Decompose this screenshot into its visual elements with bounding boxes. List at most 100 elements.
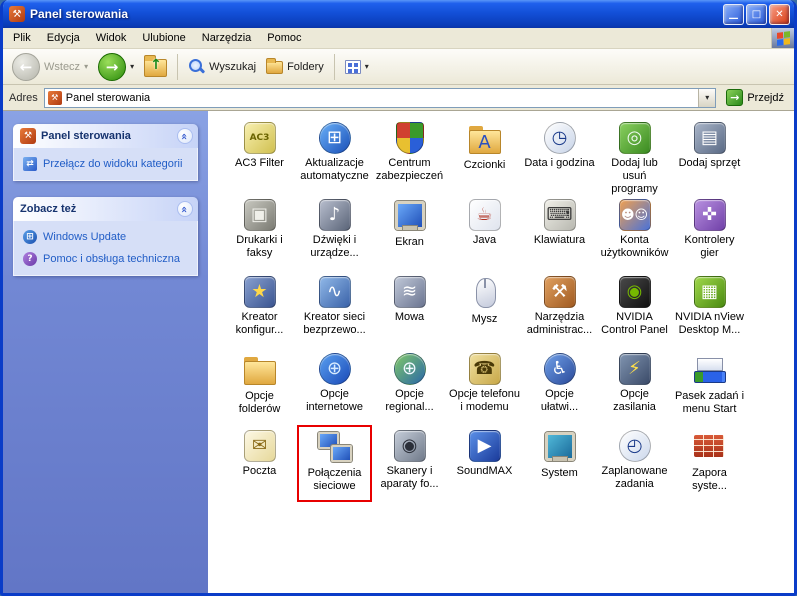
- control-panel-item-label: Narzędzia administrac...: [526, 311, 593, 336]
- phone-modem-options-icon: ☎: [468, 353, 501, 385]
- control-panel-item-add-remove-programs[interactable]: ◎ Dodaj lub usuń programy: [597, 117, 672, 195]
- control-panel-item-mail[interactable]: ✉ Poczta: [222, 425, 297, 502]
- address-label: Adres: [9, 91, 38, 104]
- address-bar: Adres ⚒ Panel sterowania ▾ → Przejdź: [3, 85, 794, 111]
- date-time-icon: ◷: [543, 122, 576, 154]
- menubar: Plik Edycja Widok Ulubione Narzędzia Pom…: [3, 28, 794, 49]
- help-and-support-link[interactable]: ? Pomoc i obsługa techniczna: [23, 252, 188, 266]
- panel-title: Panel sterowania: [41, 130, 131, 142]
- up-folder-icon: ↑: [144, 55, 168, 77]
- menu-item-tools[interactable]: Narzędzia: [194, 30, 260, 46]
- control-panel-icon: ⚒: [20, 128, 36, 144]
- control-panel-item-keyboard[interactable]: ⌨ Klawiatura: [522, 194, 597, 271]
- control-panel-item-scheduled-tasks[interactable]: ◴ Zaplanowane zadania: [597, 425, 672, 502]
- control-panel-item-user-accounts[interactable]: ☻☺ Konta użytkowników: [597, 194, 672, 271]
- control-panel-item-network-connections[interactable]: Połączenia sieciowe: [297, 425, 372, 502]
- control-panel-item-label: Opcje zasilania: [613, 388, 656, 413]
- control-panel-item-folder-options[interactable]: Opcje folderów: [222, 348, 297, 425]
- minimize-button[interactable]: —: [723, 3, 744, 25]
- control-panel-item-power-options[interactable]: ⚡ Opcje zasilania: [597, 348, 672, 425]
- fonts-icon: A: [468, 122, 502, 156]
- ac3-filter-icon: AC3: [243, 122, 276, 154]
- control-panel-item-wireless-network-wizard[interactable]: ∿ Kreator sieci bezprzewo...: [297, 271, 372, 348]
- menu-item-file[interactable]: Plik: [5, 30, 39, 46]
- control-panel-item-label: Dźwięki i urządze...: [310, 234, 359, 259]
- control-panel-item-label: Konta użytkowników: [600, 234, 669, 259]
- control-panel-item-label: Ekran: [395, 236, 424, 248]
- control-panel-item-nvidia-control-panel[interactable]: ◉ NVIDIA Control Panel: [597, 271, 672, 348]
- views-button[interactable]: ▾: [342, 58, 372, 76]
- control-panel-item-system[interactable]: System: [522, 425, 597, 502]
- panel-title: Zobacz też: [20, 203, 77, 215]
- user-accounts-icon: ☻☺: [618, 199, 651, 231]
- folder-options-icon: [243, 353, 277, 387]
- control-panel-item-mouse[interactable]: Mysz: [447, 271, 522, 348]
- collapse-chevron-icon[interactable]: «: [177, 201, 193, 217]
- help-support-icon: ?: [23, 252, 37, 266]
- control-panel-item-taskbar-start-menu[interactable]: Pasek zadań i menu Start: [672, 348, 747, 425]
- windows-update-link[interactable]: ⊞ Windows Update: [23, 230, 188, 244]
- back-icon: ←: [12, 52, 40, 81]
- mouse-icon: [468, 276, 502, 310]
- menu-item-view[interactable]: Widok: [88, 30, 135, 46]
- address-input[interactable]: ⚒ Panel sterowania ▾: [43, 87, 717, 108]
- speech-icon: ≋: [393, 276, 426, 308]
- panel-see-also-header[interactable]: Zobacz też «: [13, 197, 198, 221]
- control-panel-item-label: Opcje folderów: [238, 390, 281, 415]
- views-dropdown-icon: ▾: [364, 62, 369, 71]
- control-panel-item-speech[interactable]: ≋ Mowa: [372, 271, 447, 348]
- control-panel-item-internet-options[interactable]: ⊕ Opcje internetowe: [297, 348, 372, 425]
- control-panel-item-scanners-cameras[interactable]: ◉ Skanery i aparaty fo...: [372, 425, 447, 502]
- control-panel-item-label: NVIDIA nView Desktop M...: [675, 311, 744, 336]
- content-area: AC3 AC3 Filter ⊞ Aktualizacje automatyczne C…: [208, 111, 794, 593]
- control-panel-item-nvidia-nview-desktop-manager[interactable]: ▦ NVIDIA nView Desktop M...: [672, 271, 747, 348]
- menu-item-favorites[interactable]: Ulubione: [134, 30, 193, 46]
- control-panel-item-automatic-updates[interactable]: ⊞ Aktualizacje automatyczne: [297, 117, 372, 194]
- control-panel-item-label: Kreator sieci bezprzewo...: [303, 311, 366, 336]
- switch-to-category-view-link[interactable]: ⇄ Przełącz do widoku kategorii: [23, 157, 188, 171]
- menu-item-help[interactable]: Pomoc: [259, 30, 309, 46]
- control-panel-item-security-center[interactable]: Centrum zabezpieczeń: [372, 117, 447, 194]
- control-panel-item-printers-faxes[interactable]: ▣ Drukarki i faksy: [222, 194, 297, 271]
- menu-item-edit[interactable]: Edycja: [39, 30, 88, 46]
- titlebar[interactable]: ⚒ Panel sterowania — □ ✕: [3, 0, 794, 28]
- control-panel-item-accessibility-options[interactable]: ♿ Opcje ułatwi...: [522, 348, 597, 425]
- panel-control-panel-header[interactable]: ⚒ Panel sterowania «: [13, 124, 198, 148]
- go-button[interactable]: → Przejdź: [722, 89, 788, 106]
- display-icon: [393, 199, 427, 233]
- control-panel-item-label: Mowa: [394, 311, 425, 323]
- administrative-tools-icon: ⚒: [543, 276, 576, 308]
- collapse-chevron-icon[interactable]: «: [177, 128, 193, 144]
- control-panel-item-game-controllers[interactable]: ✜ Kontrolery gier: [672, 194, 747, 271]
- control-panel-item-soundmax[interactable]: ▶ SoundMAX: [447, 425, 522, 502]
- control-panel-item-regional-language-options[interactable]: ⊕ Opcje regional...: [372, 348, 447, 425]
- close-button[interactable]: ✕: [769, 3, 790, 25]
- control-panel-item-display[interactable]: Ekran: [372, 194, 447, 271]
- address-dropdown-button[interactable]: ▾: [698, 88, 716, 107]
- control-panel-window-icon: ⚒: [9, 6, 25, 22]
- control-panel-item-ac3-filter[interactable]: AC3 AC3 Filter: [222, 117, 297, 194]
- control-panel-item-windows-firewall[interactable]: Zapora syste...: [672, 425, 747, 502]
- maximize-button[interactable]: □: [746, 3, 767, 25]
- control-panel-item-label: Skanery i aparaty fo...: [380, 465, 439, 490]
- sounds-audio-devices-icon: ♪: [318, 199, 351, 231]
- control-panel-item-java[interactable]: ☕ Java: [447, 194, 522, 271]
- folders-button[interactable]: Foldery: [263, 57, 327, 76]
- search-icon: [188, 58, 205, 75]
- control-panel-item-label: Drukarki i faksy: [236, 234, 283, 259]
- control-panel-item-fonts[interactable]: A Czcionki: [447, 117, 522, 194]
- back-button[interactable]: ← Wstecz ▾: [9, 51, 91, 83]
- search-button[interactable]: Wyszukaj: [185, 56, 259, 77]
- control-panel-item-network-setup-wizard[interactable]: ★ Kreator konfigur...: [222, 271, 297, 348]
- panel-see-also: Zobacz też « ⊞ Windows Update ? Pomoc i …: [13, 197, 198, 276]
- add-hardware-icon: ▤: [693, 122, 726, 154]
- control-panel-item-add-hardware[interactable]: ▤ Dodaj sprzęt: [672, 117, 747, 194]
- window-title: Panel sterowania: [30, 7, 129, 21]
- forward-button[interactable]: → ▾: [95, 51, 137, 83]
- control-panel-item-sounds-audio-devices[interactable]: ♪ Dźwięki i urządze...: [297, 194, 372, 271]
- window-controls: — □ ✕: [723, 3, 790, 25]
- up-button[interactable]: ↑: [141, 54, 170, 79]
- control-panel-item-date-time[interactable]: ◷ Data i godzina: [522, 117, 597, 194]
- control-panel-item-phone-modem-options[interactable]: ☎ Opcje telefonu i modemu: [447, 348, 522, 425]
- control-panel-item-administrative-tools[interactable]: ⚒ Narzędzia administrac...: [522, 271, 597, 348]
